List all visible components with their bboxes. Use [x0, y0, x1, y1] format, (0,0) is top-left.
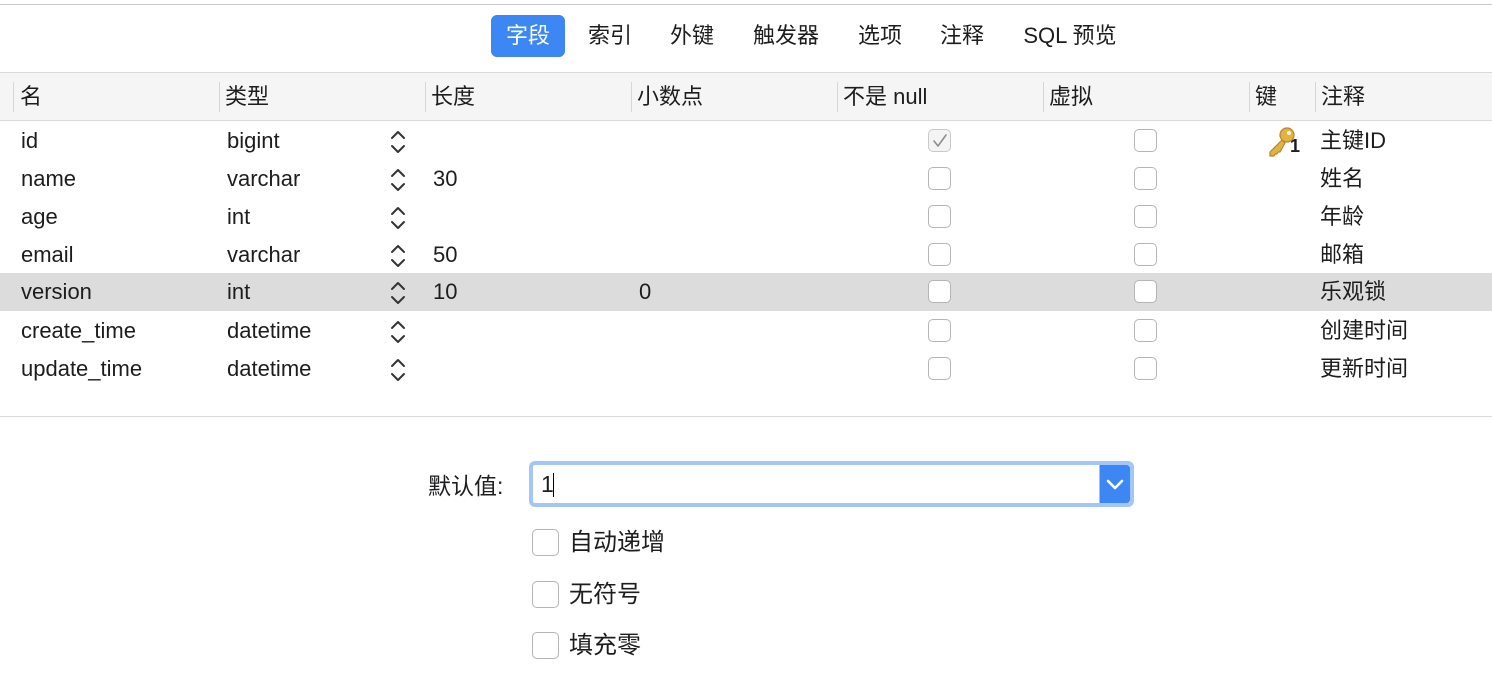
column-header-type[interactable]: 类型	[219, 73, 269, 120]
field-comment-cell[interactable]: 乐观锁	[1320, 273, 1386, 311]
tab-comment[interactable]: 注释	[928, 15, 996, 57]
table-row[interactable]: create_time datetime 创建时间	[0, 312, 1492, 350]
not-null-checkbox[interactable]	[928, 319, 951, 342]
field-name-cell[interactable]: id	[21, 122, 38, 160]
field-name-cell[interactable]: create_time	[21, 312, 136, 350]
column-header-key[interactable]: 键	[1249, 73, 1277, 120]
field-name-cell[interactable]: age	[21, 198, 58, 236]
field-name-cell[interactable]: name	[21, 160, 76, 198]
field-type-cell[interactable]: datetime	[227, 350, 311, 388]
field-type-cell[interactable]: varchar	[227, 160, 300, 198]
field-comment-cell[interactable]: 年龄	[1320, 198, 1364, 236]
zero-fill-checkbox[interactable]	[532, 632, 559, 659]
chevron-up-down-icon	[391, 131, 405, 153]
virtual-checkbox[interactable]	[1134, 319, 1157, 342]
section-divider	[0, 416, 1492, 417]
type-stepper[interactable]	[389, 319, 407, 345]
not-null-checkbox[interactable]	[928, 129, 951, 152]
field-comment-cell[interactable]: 邮箱	[1320, 236, 1364, 274]
chevron-up-down-icon	[391, 359, 405, 381]
type-stepper[interactable]	[389, 243, 407, 269]
type-stepper[interactable]	[389, 167, 407, 193]
chevron-down-icon	[1106, 479, 1124, 490]
tab-fields[interactable]: 字段	[491, 15, 565, 57]
not-null-checkbox[interactable]	[928, 167, 951, 190]
virtual-checkbox[interactable]	[1134, 167, 1157, 190]
field-type-cell[interactable]: datetime	[227, 312, 311, 350]
chevron-up-down-icon	[391, 245, 405, 267]
not-null-checkbox[interactable]	[928, 357, 951, 380]
tab-triggers[interactable]: 触发器	[741, 15, 831, 57]
field-length-cell[interactable]: 50	[433, 236, 457, 274]
unsigned-label: 无符号	[569, 581, 641, 608]
field-comment-cell[interactable]: 姓名	[1320, 160, 1364, 198]
field-length-cell[interactable]: 30	[433, 160, 457, 198]
text-caret	[553, 473, 554, 497]
field-comment-cell[interactable]: 主键ID	[1320, 122, 1386, 160]
unsigned-checkbox[interactable]	[532, 581, 559, 608]
field-length-cell[interactable]: 10	[433, 273, 457, 311]
auto-increment-checkbox[interactable]	[532, 529, 559, 556]
tab-sql-preview[interactable]: SQL 预览	[1010, 15, 1130, 57]
field-comment-cell[interactable]: 更新时间	[1320, 350, 1408, 388]
field-type-cell[interactable]: bigint	[227, 122, 280, 160]
column-header-not-null[interactable]: 不是 null	[837, 73, 927, 120]
not-null-checkbox[interactable]	[928, 243, 951, 266]
column-header-comment[interactable]: 注释	[1315, 73, 1365, 120]
table-row[interactable]: name varchar 30 姓名	[0, 160, 1492, 198]
column-header-virtual[interactable]: 虚拟	[1043, 73, 1093, 120]
field-decimals-cell[interactable]: 0	[639, 273, 651, 311]
default-value-label: 默认值:	[428, 473, 504, 499]
field-name-cell[interactable]: version	[21, 273, 92, 311]
column-header-length[interactable]: 长度	[425, 73, 475, 120]
field-comment-cell[interactable]: 创建时间	[1320, 312, 1408, 350]
auto-increment-label: 自动递增	[569, 529, 665, 556]
tab-indexes[interactable]: 索引	[576, 15, 644, 57]
table-header: 名 类型 长度 小数点 不是 null 虚拟 键 注释	[0, 72, 1492, 121]
chevron-up-down-icon	[391, 282, 405, 304]
tab-foreign-keys[interactable]: 外键	[657, 15, 727, 57]
not-null-checkbox[interactable]	[928, 280, 951, 303]
table-row[interactable]: email varchar 50 邮箱	[0, 236, 1492, 274]
column-header-decimals[interactable]: 小数点	[631, 73, 703, 120]
virtual-checkbox[interactable]	[1134, 357, 1157, 380]
default-value-combobox[interactable]: 1	[529, 461, 1134, 507]
field-type-cell[interactable]: varchar	[227, 236, 300, 274]
chevron-up-down-icon	[391, 207, 405, 229]
virtual-checkbox[interactable]	[1134, 280, 1157, 303]
field-type-cell[interactable]: int	[227, 273, 250, 311]
type-stepper[interactable]	[389, 357, 407, 383]
table-row[interactable]: age int 年龄	[0, 198, 1492, 236]
table-row[interactable]: id bigint 1 主键ID	[0, 122, 1492, 160]
field-name-cell[interactable]: update_time	[21, 350, 142, 388]
field-name-cell[interactable]: email	[21, 236, 74, 274]
default-value-dropdown-button[interactable]	[1100, 465, 1130, 503]
tab-options[interactable]: 选项	[846, 15, 914, 57]
key-order-number: 1	[1290, 136, 1301, 156]
column-header-name[interactable]: 名	[14, 73, 42, 120]
zero-fill-label: 填充零	[569, 632, 641, 659]
virtual-checkbox[interactable]	[1134, 243, 1157, 266]
chevron-up-down-icon	[391, 321, 405, 343]
top-border	[0, 4, 1492, 5]
not-null-checkbox[interactable]	[928, 205, 951, 228]
default-value-input[interactable]: 1	[533, 465, 1100, 503]
virtual-checkbox[interactable]	[1134, 129, 1157, 152]
virtual-checkbox[interactable]	[1134, 205, 1157, 228]
type-stepper[interactable]	[389, 280, 407, 306]
tab-bar: 字段 索引 外键 触发器 选项 注释 SQL 预览	[0, 14, 1492, 58]
field-type-cell[interactable]: int	[227, 198, 250, 236]
table-row[interactable]: update_time datetime 更新时间	[0, 350, 1492, 388]
chevron-up-down-icon	[391, 169, 405, 191]
type-stepper[interactable]	[389, 129, 407, 155]
default-value-text: 1	[541, 471, 554, 497]
checkmark-icon	[933, 134, 947, 147]
table-row[interactable]: version int 10 0 乐观锁	[0, 273, 1492, 311]
type-stepper[interactable]	[389, 205, 407, 231]
